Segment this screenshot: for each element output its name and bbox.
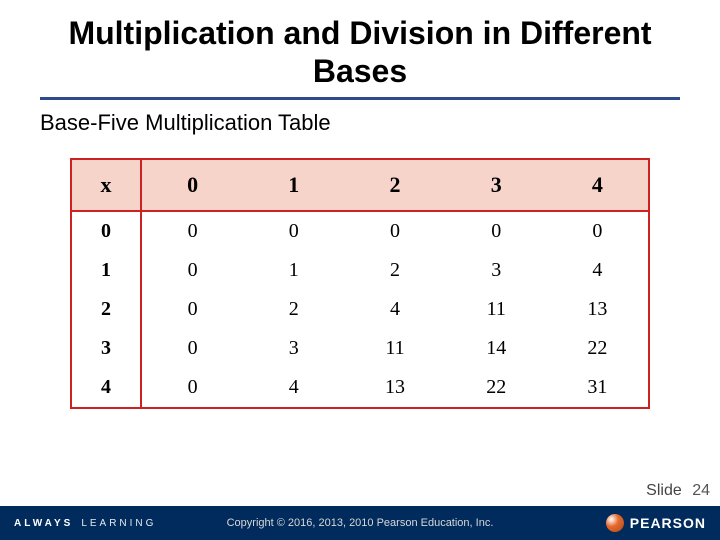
table-row: 3 0 3 11 14 22 bbox=[72, 329, 648, 368]
table-cell: 0 bbox=[142, 368, 243, 407]
slide-number-value: 24 bbox=[692, 482, 710, 499]
table-row-header: 4 bbox=[72, 368, 142, 407]
table-cell: 22 bbox=[446, 368, 547, 407]
table-cell: 11 bbox=[344, 329, 445, 368]
table-row: 4 0 4 13 22 31 bbox=[72, 368, 648, 407]
table-row-header: 2 bbox=[72, 290, 142, 329]
copyright-text: Copyright © 2016, 2013, 2010 Pearson Edu… bbox=[227, 517, 494, 529]
table-cell: 0 bbox=[142, 212, 243, 251]
table-row-header: 3 bbox=[72, 329, 142, 368]
table-row: 1 0 1 2 3 4 bbox=[72, 251, 648, 290]
table-cell: 22 bbox=[547, 329, 648, 368]
table-cell: 1 bbox=[243, 251, 344, 290]
table-cell: 2 bbox=[344, 251, 445, 290]
multiplication-table: x 0 1 2 3 4 0 0 0 0 0 0 1 0 1 2 3 4 bbox=[70, 158, 650, 409]
slide-title: Multiplication and Division in Different… bbox=[40, 14, 680, 91]
slide-label: Slide bbox=[646, 482, 682, 499]
table-cell: 0 bbox=[344, 212, 445, 251]
pearson-globe-icon bbox=[606, 514, 624, 532]
pearson-logo: PEARSON bbox=[606, 514, 706, 532]
table-corner-cell: x bbox=[72, 160, 142, 210]
table-cell: 0 bbox=[142, 290, 243, 329]
footer-bar: ALWAYS LEARNING Copyright © 2016, 2013, … bbox=[0, 506, 720, 540]
table-cell: 11 bbox=[446, 290, 547, 329]
table-cell: 4 bbox=[547, 251, 648, 290]
tagline-learning: LEARNING bbox=[81, 518, 156, 529]
table-col-header: 3 bbox=[446, 160, 547, 210]
slide-number: Slide 24 bbox=[646, 482, 710, 500]
table-cell: 13 bbox=[547, 290, 648, 329]
tagline-always: ALWAYS bbox=[14, 518, 73, 529]
table-cell: 13 bbox=[344, 368, 445, 407]
table-cell: 31 bbox=[547, 368, 648, 407]
always-learning-tagline: ALWAYS LEARNING bbox=[14, 518, 156, 529]
table-cell: 0 bbox=[243, 212, 344, 251]
table-col-header: 4 bbox=[547, 160, 648, 210]
table-row-header: 0 bbox=[72, 212, 142, 251]
table-header-row: x 0 1 2 3 4 bbox=[72, 160, 648, 212]
slide-subtitle: Base-Five Multiplication Table bbox=[0, 100, 720, 136]
table-row-header: 1 bbox=[72, 251, 142, 290]
table-cell: 4 bbox=[243, 368, 344, 407]
pearson-brand-text: PEARSON bbox=[630, 515, 706, 531]
table-cell: 4 bbox=[344, 290, 445, 329]
table-cell: 0 bbox=[142, 251, 243, 290]
table-cell: 3 bbox=[446, 251, 547, 290]
table-col-header: 0 bbox=[142, 160, 243, 210]
table-row: 2 0 2 4 11 13 bbox=[72, 290, 648, 329]
table-col-header: 2 bbox=[344, 160, 445, 210]
table-cell: 0 bbox=[547, 212, 648, 251]
table-cell: 0 bbox=[446, 212, 547, 251]
table-cell: 2 bbox=[243, 290, 344, 329]
table-cell: 0 bbox=[142, 329, 243, 368]
table-cell: 3 bbox=[243, 329, 344, 368]
table-col-header: 1 bbox=[243, 160, 344, 210]
table-row: 0 0 0 0 0 0 bbox=[72, 212, 648, 251]
table-cell: 14 bbox=[446, 329, 547, 368]
